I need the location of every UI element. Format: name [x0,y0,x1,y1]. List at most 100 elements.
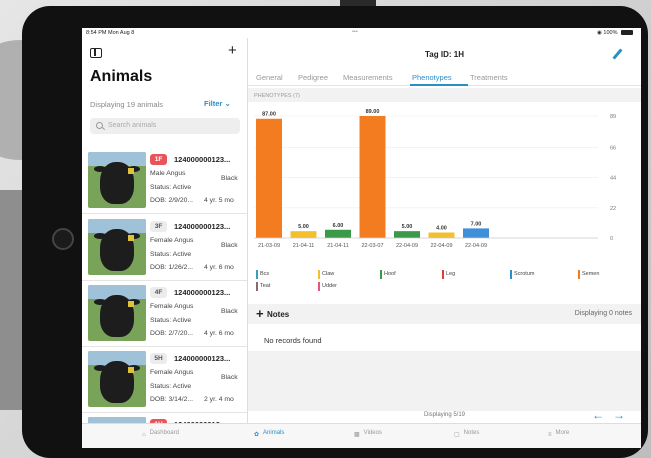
notes-header: + Notes Displaying 0 notes [248,304,641,324]
status-bar: 8:54 PM Mon Aug 8 ••• ◉ 100% [82,28,641,38]
bar-value-label: 5.00 [298,224,309,230]
list-item[interactable]: 1F 124000000123... Male Angus Black Status: … [82,148,247,214]
animal-color: Black [221,374,238,381]
chart-bar[interactable] [359,116,386,238]
sidebar-toggle-icon[interactable] [90,48,102,58]
tab-animals-label: Animals [263,430,285,436]
x-tick-label: 22-04-09 [396,243,418,249]
animal-dob: DOB: 1/26/2... [150,264,194,271]
legend-label: Teat [260,283,271,289]
ear-tag [128,367,134,373]
tab-dashboard-label: Dashboard [149,430,179,436]
legend-label: Leg [446,271,456,277]
x-tick-label: 21-04-11 [327,243,349,249]
legend-item: Claw [318,270,334,279]
multitask-dots[interactable]: ••• [352,29,358,35]
empty-notes-message: No records found [264,336,322,345]
animal-breed: Female Angus [150,237,194,244]
legend-item: Udder [318,282,337,291]
animal-id: 124000000123... [174,288,231,297]
tab-dashboard[interactable]: ⌂ Dashboard [142,430,179,438]
animal-breed: Female Angus [150,303,194,310]
animal-breed: Male Angus [150,170,186,177]
home-icon: ⌂ [142,432,146,438]
tab-more[interactable]: ≡ More [548,430,569,438]
video-camera-icon: ▩ [354,432,360,438]
filter-button[interactable]: Filter ⌄ [204,99,231,108]
animal-age: 4 yr. 5 mo [204,197,234,204]
animal-photo [88,285,146,341]
bar-value-label: 89.00 [366,109,380,115]
legend-label: Bcs [260,271,270,277]
list-item[interactable]: 4F 124000000123... Female Angus Black Status… [82,281,247,347]
animal-id: 124000000123... [174,155,231,164]
menu-icon: ≡ [548,432,552,438]
camera-icon [52,228,74,250]
tablet-frame: 8:54 PM Mon Aug 8 ••• ◉ 100% + Animals D… [22,6,648,458]
chart-bar[interactable] [428,232,455,238]
legend-swatch [510,270,512,279]
animal-color: Black [221,242,238,249]
animal-dob: DOB: 2/7/20... [150,330,194,337]
add-note-button[interactable]: + [256,307,264,320]
next-arrow-icon[interactable]: → [613,408,625,422]
chart-bar[interactable] [325,229,351,238]
chart-bar[interactable] [394,231,420,238]
list-item[interactable]: 5H 124000000123... Female Angus Black Status… [82,347,247,413]
x-tick-label: 22-03-07 [361,243,383,249]
animal-status: Status: Active [150,383,192,390]
bar-value-label: 87.00 [262,112,276,118]
animal-status: Status: Active [150,184,192,191]
animal-color: Black [221,308,238,315]
detail-tabs: General Pedigree Measurements Phenotypes… [248,70,641,86]
legend-swatch [380,270,382,279]
pager-status: Displaying 5/19 [423,412,466,418]
list-item[interactable]: 1H12400000012... [82,413,247,423]
legend-label: Scrotum [514,271,535,277]
bar-value-label: 7.00 [471,221,482,227]
legend-item: Teat [256,282,270,291]
add-animal-button[interactable]: + [228,43,237,58]
animal-count: Displaying 19 animals [90,100,163,109]
tag-badge: 1F [150,154,167,165]
tab-notes[interactable]: ▢ Notes [454,430,479,438]
x-tick-label: 21-03-09 [258,243,280,249]
tag-badge: 4F [150,287,167,298]
chart-bar[interactable] [290,231,317,238]
animal-breed: Female Angus [150,369,194,376]
chart-bar[interactable] [463,228,489,238]
animal-age: 4 yr. 6 mo [204,330,234,337]
notes-count: Displaying 0 notes [574,310,632,317]
active-tab-indicator [410,84,468,86]
tab-general[interactable]: General [256,73,283,82]
chart-bar[interactable] [256,118,282,238]
tab-animals[interactable]: ✿ Animals [254,430,284,438]
battery-label: 100% [603,30,618,36]
search-icon [96,122,103,129]
animal-age: 4 yr. 6 mo [204,264,234,271]
tab-measurements[interactable]: Measurements [343,73,393,82]
legend-item: Leg [442,270,455,279]
list-item[interactable]: 3F 124000000123... Female Angus Black Status… [82,215,247,281]
detail-title: Tag ID: 1H [425,50,464,59]
tab-treatments[interactable]: Treatments [470,73,508,82]
search-input[interactable]: Search animals [90,118,240,134]
x-tick-label: 21-04-11 [293,243,315,249]
ear-tag [128,168,134,174]
battery-indicator: ◉ 100% [597,30,633,36]
tab-videos[interactable]: ▩ Videos [354,430,382,438]
notes-title: Notes [267,310,290,319]
x-tick-label: 22-04-09 [430,243,452,249]
x-tick-label: 22-04-09 [465,243,487,249]
legend-label: Semen [582,271,600,277]
previous-arrow-icon[interactable]: ← [592,408,604,422]
animal-photo [88,152,146,208]
legend-swatch [256,270,258,279]
y-tick-label: 0 [610,236,613,242]
bar-value-label: 5.00 [402,224,413,230]
pager: Displaying 5/19 ← → [248,408,641,423]
tab-pedigree[interactable]: Pedigree [298,73,328,82]
legend-item: Bcs [256,270,269,279]
tab-phenotypes[interactable]: Phenotypes [412,73,452,82]
search-placeholder: Search animals [108,122,157,129]
